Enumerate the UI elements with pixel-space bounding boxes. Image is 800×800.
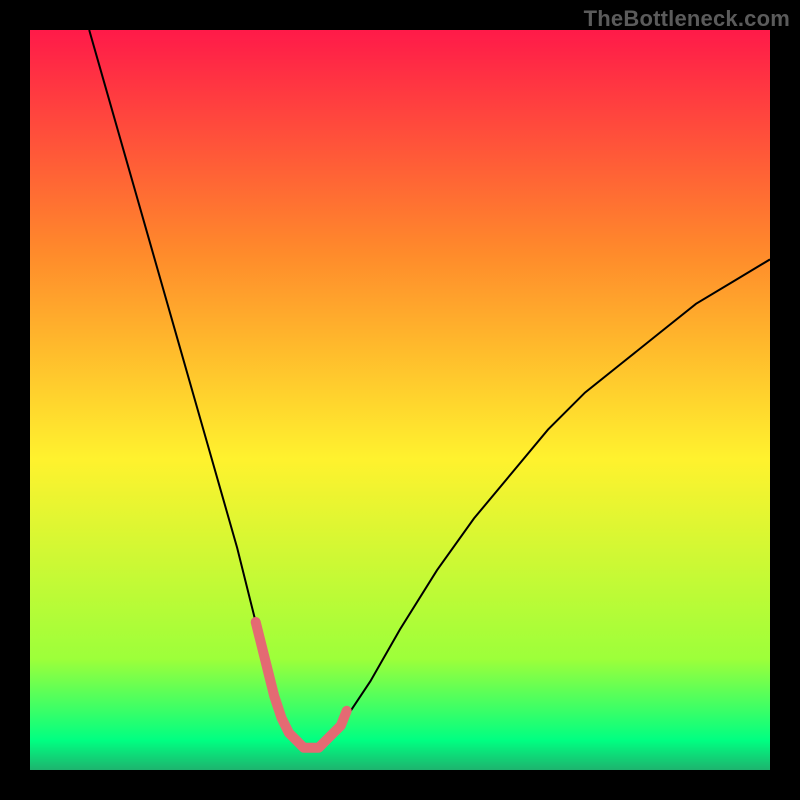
gradient-bg [30, 30, 770, 770]
chart-frame: TheBottleneck.com [0, 0, 800, 800]
plot-area [30, 30, 770, 770]
watermark-text: TheBottleneck.com [584, 6, 790, 32]
chart-svg [30, 30, 770, 770]
